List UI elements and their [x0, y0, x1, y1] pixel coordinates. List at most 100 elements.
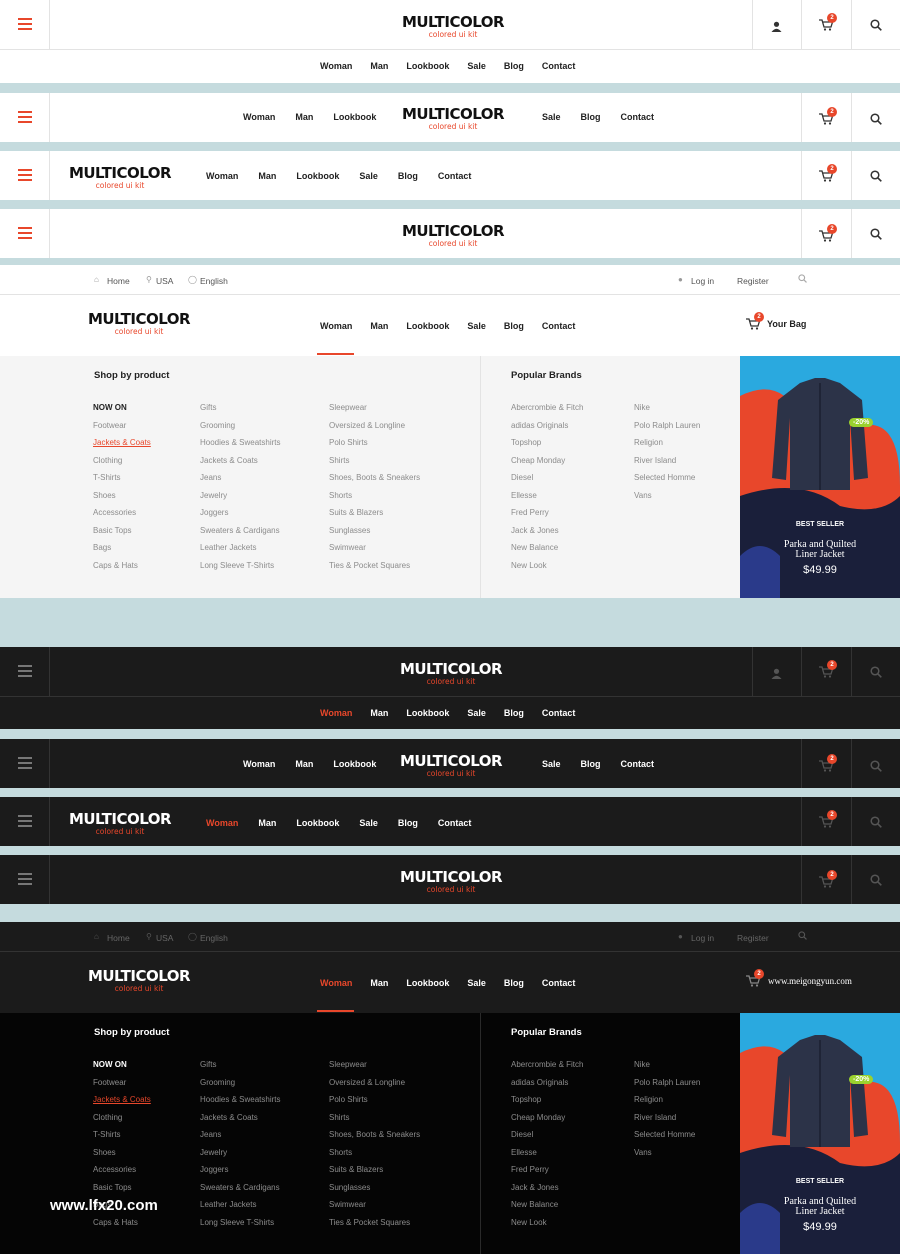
menu-item[interactable]: Leather Jackets	[200, 539, 280, 557]
nav-contact[interactable]: Contact	[438, 171, 472, 181]
menu-item[interactable]: Caps & Hats	[93, 1214, 151, 1232]
brand-item[interactable]: Selected Homme	[634, 469, 700, 487]
brand-item[interactable]: Fred Perry	[511, 1161, 583, 1179]
menu-item[interactable]: Basic Tops	[93, 1179, 151, 1197]
menu-item[interactable]: Shorts	[329, 487, 420, 505]
brand-logo[interactable]: MULTICOLOR colored ui kit	[398, 223, 508, 248]
brand-item[interactable]: Abercrombie & Fitch	[511, 1056, 583, 1074]
brand-logo[interactable]: MULTICOLOR colored ui kit	[84, 968, 194, 993]
menu-item[interactable]: Shoes	[93, 487, 151, 505]
hamburger-menu-icon[interactable]	[18, 757, 32, 772]
menu-item[interactable]: Long Sleeve T-Shirts	[200, 557, 280, 575]
nav-woman[interactable]: Woman	[320, 61, 352, 71]
brand-logo[interactable]: MULTICOLOR colored ui kit	[398, 14, 508, 39]
menu-item[interactable]: Hoodies & Sweatshirts	[200, 1091, 280, 1109]
country-selector[interactable]: USA	[156, 276, 173, 286]
nav-woman[interactable]: Woman	[243, 112, 275, 122]
nav-blog[interactable]: Blog	[581, 759, 601, 769]
nav-blog[interactable]: Blog	[504, 61, 524, 71]
nav-contact[interactable]: Contact	[438, 818, 472, 828]
menu-item[interactable]: Suits & Blazers	[329, 504, 420, 522]
brand-logo[interactable]: MULTICOLOR colored ui kit	[65, 165, 175, 190]
menu-item[interactable]: Shorts	[329, 1144, 420, 1162]
search-icon[interactable]	[870, 112, 882, 130]
country-selector[interactable]: USA	[156, 933, 173, 943]
brand-item[interactable]: New Balance	[511, 539, 583, 557]
nav-woman[interactable]: Woman	[320, 708, 352, 718]
menu-item[interactable]: Footwear	[93, 1074, 151, 1092]
menu-item[interactable]: Hoodies & Sweatshirts	[200, 434, 280, 452]
nav-contact[interactable]: Contact	[621, 112, 655, 122]
nav-sale[interactable]: Sale	[359, 818, 378, 828]
menu-item[interactable]: Jewelry	[200, 1144, 280, 1162]
nav-lookbook[interactable]: Lookbook	[333, 759, 376, 769]
search-icon[interactable]	[798, 931, 807, 942]
menu-item[interactable]: Gifts	[200, 1056, 280, 1074]
menu-item[interactable]: Shoes, Boots & Sneakers	[329, 469, 420, 487]
brand-item[interactable]: Nike	[634, 399, 700, 417]
brand-item[interactable]: Diesel	[511, 1126, 583, 1144]
brand-item[interactable]: Topshop	[511, 1091, 583, 1109]
your-bag-label[interactable]: Your Bag	[767, 319, 806, 329]
cart-icon[interactable]: 2	[819, 224, 837, 242]
menu-item[interactable]: Jewelry	[200, 487, 280, 505]
menu-item[interactable]: Footwear	[93, 417, 151, 435]
cart-icon[interactable]: 2	[819, 660, 837, 678]
nav-man[interactable]: Man	[258, 171, 276, 181]
menu-item[interactable]: Sweaters & Cardigans	[200, 1179, 280, 1197]
menu-item[interactable]: Clothing	[93, 1109, 151, 1127]
hamburger-menu-icon[interactable]	[18, 111, 32, 126]
nav-contact[interactable]: Contact	[621, 759, 655, 769]
hamburger-menu-icon[interactable]	[18, 815, 32, 830]
nav-contact[interactable]: Contact	[542, 978, 576, 988]
menu-item[interactable]: NOW ON	[93, 1056, 151, 1074]
menu-item[interactable]: Oversized & Longline	[329, 417, 420, 435]
menu-item[interactable]: Grooming	[200, 1074, 280, 1092]
nav-blog[interactable]: Blog	[504, 978, 524, 988]
nav-contact[interactable]: Contact	[542, 321, 576, 331]
brand-item[interactable]: adidas Originals	[511, 1074, 583, 1092]
nav-lookbook[interactable]: Lookbook	[406, 708, 449, 718]
menu-item[interactable]: Shirts	[329, 452, 420, 470]
user-icon[interactable]	[771, 666, 782, 684]
menu-item[interactable]: Grooming	[200, 417, 280, 435]
brand-item[interactable]: River Island	[634, 1109, 700, 1127]
brand-item[interactable]: Abercrombie & Fitch	[511, 399, 583, 417]
menu-item[interactable]: Accessories	[93, 504, 151, 522]
brand-item[interactable]: Jack & Jones	[511, 1179, 583, 1197]
brand-item[interactable]: Cheap Monday	[511, 452, 583, 470]
menu-item[interactable]: Jackets & Coats	[200, 452, 280, 470]
nav-blog[interactable]: Blog	[581, 112, 601, 122]
brand-item[interactable]: adidas Originals	[511, 417, 583, 435]
hamburger-menu-icon[interactable]	[18, 873, 32, 888]
brand-item[interactable]: Cheap Monday	[511, 1109, 583, 1127]
search-icon[interactable]	[870, 665, 882, 683]
brand-item[interactable]: Diesel	[511, 469, 583, 487]
menu-item[interactable]: Sleepwear	[329, 399, 420, 417]
nav-contact[interactable]: Contact	[542, 61, 576, 71]
menu-item[interactable]: Joggers	[200, 1161, 280, 1179]
nav-contact[interactable]: Contact	[542, 708, 576, 718]
menu-item[interactable]: Bags	[93, 539, 151, 557]
nav-man[interactable]: Man	[370, 708, 388, 718]
nav-blog[interactable]: Blog	[398, 818, 418, 828]
nav-sale[interactable]: Sale	[467, 708, 486, 718]
menu-item[interactable]: Sunglasses	[329, 522, 420, 540]
menu-item-selected[interactable]: Jackets & Coats	[93, 434, 151, 452]
nav-blog[interactable]: Blog	[504, 708, 524, 718]
nav-woman[interactable]: Woman	[206, 171, 238, 181]
search-icon[interactable]	[870, 18, 882, 36]
brand-logo[interactable]: MULTICOLOR colored ui kit	[65, 811, 175, 836]
cart-icon[interactable]: 2	[819, 754, 837, 772]
search-icon[interactable]	[870, 759, 882, 777]
brand-item[interactable]: River Island	[634, 452, 700, 470]
search-icon[interactable]	[870, 169, 882, 187]
home-link[interactable]: Home	[107, 933, 130, 943]
menu-item[interactable]: Swimwear	[329, 1196, 420, 1214]
brand-item[interactable]: Religion	[634, 434, 700, 452]
menu-item[interactable]: Suits & Blazers	[329, 1161, 420, 1179]
nav-sale[interactable]: Sale	[542, 112, 561, 122]
search-icon[interactable]	[798, 274, 807, 285]
nav-blog[interactable]: Blog	[504, 321, 524, 331]
login-link[interactable]: Log in	[691, 276, 714, 286]
